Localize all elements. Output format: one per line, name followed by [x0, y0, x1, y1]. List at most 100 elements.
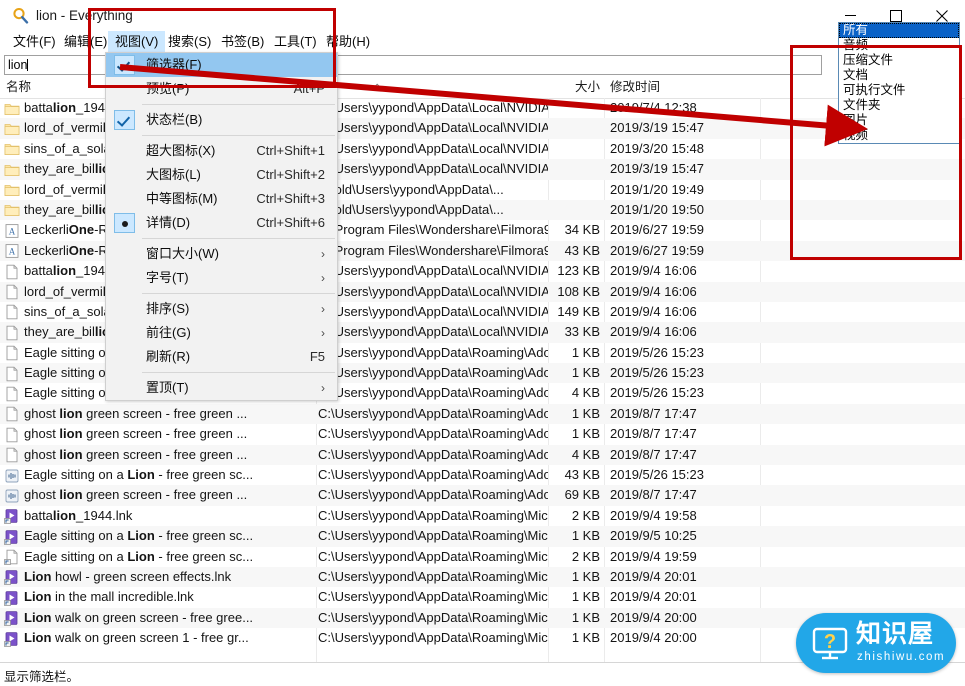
- view-menu-item-accel: Ctrl+Shift+2: [256, 167, 325, 182]
- cell-path: C:\old\Users\yypond\AppData\...: [318, 181, 504, 197]
- folder-icon: [4, 121, 20, 137]
- view-menu-item-17[interactable]: 置顶(T) ›: [106, 376, 337, 400]
- lnk-icon: [4, 529, 20, 545]
- file-icon: [4, 325, 20, 341]
- cell-date: 2019/3/20 15:48: [610, 140, 704, 156]
- radio-dot-icon: [114, 213, 135, 233]
- check-icon: [114, 55, 135, 75]
- filter-option-5[interactable]: 文件夹: [839, 98, 959, 113]
- cell-date: 2019/8/7 17:47: [610, 446, 697, 462]
- cell-size: 1 KB: [571, 405, 600, 421]
- view-menu-item-10[interactable]: 窗口大小(W) ›: [106, 242, 337, 266]
- menu-item-4[interactable]: 书签(B): [214, 31, 271, 53]
- table-row[interactable]: Lion in the mall incredible.lnk C:\Users\…: [0, 587, 965, 607]
- cell-path: C:\Users\yypond\AppData\Roaming\Ado...: [318, 365, 548, 381]
- view-menu-item-label: 状态栏(B): [146, 112, 203, 127]
- table-row[interactable]: ghost lion green screen - free green ...…: [0, 424, 965, 444]
- view-menu-item-6[interactable]: 大图标(L) Ctrl+Shift+2: [106, 163, 337, 187]
- table-row[interactable]: ghost lion green screen - free green ...…: [0, 485, 965, 506]
- cell-size: [520, 139, 600, 159]
- view-menu-item-3[interactable]: 状态栏(B): [106, 108, 337, 132]
- menu-item-3[interactable]: 搜索(S): [161, 31, 218, 53]
- filter-option-6[interactable]: 图片: [839, 113, 959, 128]
- filter-option-3[interactable]: 文档: [839, 68, 959, 83]
- filter-option-4[interactable]: 可执行文件: [839, 83, 959, 98]
- filter-option-1[interactable]: 音频: [839, 38, 959, 53]
- view-menu-item-13[interactable]: 排序(S) ›: [106, 297, 337, 321]
- cell-size: [520, 180, 600, 200]
- search-input-value: lion: [8, 58, 28, 72]
- view-menu-item-0[interactable]: 筛选器(F): [106, 53, 337, 77]
- cell-date: 2019/6/27 19:59: [610, 242, 704, 258]
- column-header-size[interactable]: 大小: [520, 77, 600, 98]
- cell-path: C:\Users\yypond\AppData\Local\NVIDIA...: [318, 303, 548, 319]
- view-menu-item-label: 刷新(R): [146, 349, 191, 364]
- cell-date: 2019/6/27 19:59: [610, 222, 704, 238]
- column-header-date[interactable]: 修改时间: [610, 77, 780, 98]
- column-header-path[interactable]: ⌃: [318, 77, 518, 98]
- sort-ascending-icon: ⌃: [373, 83, 382, 94]
- view-menu-item-8[interactable]: 详情(D) Ctrl+Shift+6: [106, 211, 337, 235]
- cell-path: C:\Users\yypond\AppData\Roaming\Mic...: [318, 528, 548, 544]
- folder-icon: [4, 162, 20, 178]
- lnk-icon: [4, 610, 20, 627]
- view-menu-item-accel: Alt+P: [293, 81, 325, 96]
- table-row[interactable]: ghost lion green screen - free green ...…: [0, 403, 965, 425]
- cell-size: 1 KB: [571, 426, 600, 442]
- file-icon: [4, 304, 20, 320]
- chevron-right-icon: ›: [321, 247, 325, 261]
- table-row[interactable]: Eagle sitting on a Lion - free green sc.…: [0, 526, 965, 547]
- cell-size: 1 KB: [571, 609, 600, 625]
- filter-dropdown-list[interactable]: 所有 音频 压缩文件 文档 可执行文件 文件夹 图片 视频: [838, 22, 960, 144]
- table-row[interactable]: Eagle sitting on a Lion - free green sc.…: [0, 465, 965, 485]
- cell-size: 1 KB: [571, 630, 600, 646]
- cell-date: 2019/9/4 16:06: [610, 283, 697, 299]
- cell-path: C:\Users\yypond\AppData\Roaming\Ado...: [318, 446, 548, 462]
- view-menu-popup[interactable]: 筛选器(F) 预览(P) Alt+P 状态栏(B) 超大图标(X) Ctrl+Shift+…: [105, 52, 338, 401]
- cell-name: Lion walk on green screen 1 - free gr...: [24, 630, 249, 646]
- file-icon: [4, 447, 20, 463]
- view-menu-item-1[interactable]: 预览(P) Alt+P: [106, 77, 337, 101]
- filter-option-2[interactable]: 压缩文件: [839, 53, 959, 68]
- view-menu-item-11[interactable]: 字号(T) ›: [106, 266, 337, 290]
- media-icon: [4, 468, 20, 484]
- svg-text:?: ?: [824, 631, 836, 653]
- cell-size: 2 KB: [571, 548, 600, 564]
- filter-option-7[interactable]: 视频: [839, 128, 959, 143]
- view-menu-item-15[interactable]: 刷新(R) F5: [106, 345, 337, 369]
- column-header-label: 大小: [574, 80, 600, 94]
- filter-option-0[interactable]: 所有: [839, 23, 959, 38]
- cell-size: 123 KB: [557, 263, 600, 279]
- file-icon: [4, 264, 20, 280]
- cell-date: 2019/3/19 15:47: [610, 120, 704, 136]
- font-icon: A: [4, 243, 20, 259]
- chevron-right-icon: ›: [321, 302, 325, 316]
- folder-icon: [4, 182, 20, 198]
- cell-path: C:\Users\yypond\AppData\Local\NVIDIA...: [318, 120, 548, 136]
- cell-size: [520, 98, 600, 118]
- chevron-right-icon: ›: [321, 271, 325, 285]
- menu-separator: [142, 293, 335, 294]
- menu-separator: [142, 372, 335, 373]
- view-menu-item-label: 详情(D): [146, 215, 191, 230]
- cell-path: C:\Users\yypond\AppData\Local\NVIDIA...: [318, 283, 548, 299]
- view-menu-item-7[interactable]: 中等图标(M) Ctrl+Shift+3: [106, 187, 337, 211]
- title-bar: lion - Everything: [0, 0, 965, 31]
- menu-item-1[interactable]: 编辑(E): [57, 31, 114, 53]
- menu-item-5[interactable]: 工具(T): [267, 31, 324, 53]
- view-menu-item-5[interactable]: 超大图标(X) Ctrl+Shift+1: [106, 139, 337, 163]
- view-menu-item-14[interactable]: 前往(G) ›: [106, 321, 337, 345]
- table-row[interactable]: battalion_1944.lnk C:\Users\yypond\AppDat…: [0, 506, 965, 526]
- table-row[interactable]: Eagle sitting on a Lion - free green sc.…: [0, 547, 965, 567]
- table-row[interactable]: Lion howl - green screen effects.lnk C:\U…: [0, 566, 965, 588]
- lnk-icon: [4, 590, 20, 606]
- cell-path: C:\Users\yypond\AppData\Roaming\Ado...: [318, 487, 548, 503]
- window-title: lion - Everything: [36, 8, 133, 23]
- cell-date: 2019/9/4 16:06: [610, 263, 697, 279]
- cell-date: 2019/5/26 15:23: [610, 365, 704, 381]
- table-row[interactable]: ghost lion green screen - free green ...…: [0, 444, 965, 466]
- menu-item-2[interactable]: 视图(V): [108, 31, 166, 53]
- chevron-right-icon: ›: [321, 381, 325, 395]
- menu-item-6[interactable]: 帮助(H): [319, 31, 377, 53]
- menu-item-0[interactable]: 文件(F): [6, 31, 63, 53]
